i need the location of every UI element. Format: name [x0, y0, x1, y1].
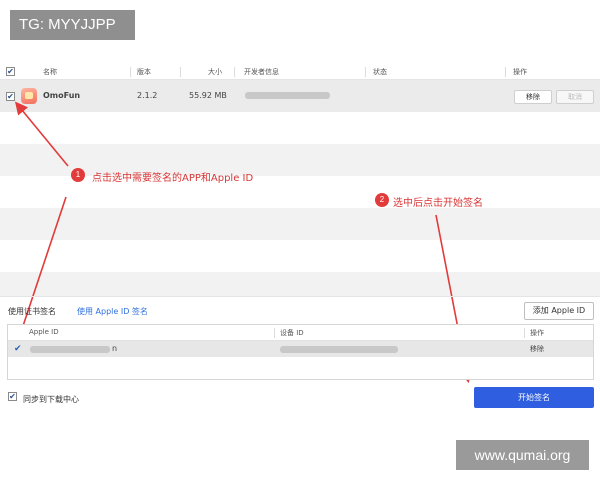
- tab-apple-id-signing[interactable]: 使用 Apple ID 签名: [77, 306, 148, 317]
- start-signing-button[interactable]: 开始签名: [474, 387, 594, 408]
- apple-id-table-header: Apple ID 设备 ID 操作: [8, 325, 593, 341]
- apple-id-suffix: n: [112, 344, 118, 353]
- table-row[interactable]: ✔ n 移除: [8, 341, 593, 357]
- header-apple-id: Apple ID: [29, 328, 59, 336]
- tab-certificate-signing[interactable]: 使用证书签名: [8, 306, 56, 317]
- column-divider: [274, 328, 275, 338]
- sync-download-center-checkbox[interactable]: ✔: [8, 392, 17, 401]
- arrow-to-app-checkbox: [14, 101, 69, 167]
- annotation-arrows: [14, 101, 473, 384]
- selected-check-icon[interactable]: ✔: [14, 344, 22, 354]
- device-id-redacted: [280, 346, 398, 353]
- remove-apple-id-link[interactable]: 移除: [530, 344, 544, 354]
- apple-id-redacted: [30, 346, 110, 353]
- sync-download-center-label: 同步到下载中心: [23, 395, 79, 404]
- header-device-id: 设备 ID: [280, 329, 304, 337]
- column-divider: [524, 328, 525, 338]
- watermark-bottom-right: www.qumai.org: [456, 440, 589, 470]
- signing-tabs: 使用证书签名 使用 Apple ID 签名: [0, 296, 600, 324]
- add-apple-id-button[interactable]: 添加 Apple ID: [524, 302, 594, 320]
- step-1-badge: 1: [71, 168, 85, 182]
- step-2-annotation: 选中后点击开始签名: [393, 198, 483, 209]
- step-2-badge: 2: [375, 193, 389, 207]
- apple-id-table: Apple ID 设备 ID 操作 ✔ n 移除: [7, 324, 594, 380]
- watermark-top-left: TG: MYYJJPP: [10, 10, 135, 40]
- header-id-actions: 操作: [530, 329, 544, 337]
- step-1-annotation: 点击选中需要签名的APP和Apple ID: [92, 173, 254, 184]
